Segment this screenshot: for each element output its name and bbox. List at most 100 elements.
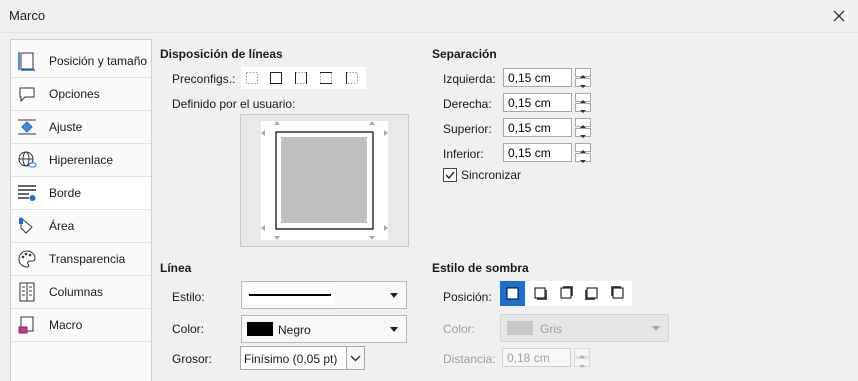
shadow-position-label: Posición:: [443, 290, 492, 304]
padding-top-input[interactable]: [503, 118, 572, 137]
borders-icon: [18, 185, 36, 201]
globe-icon: [18, 151, 37, 168]
chevron-down-icon: [350, 355, 361, 362]
sidebar-item-label: Macro: [49, 318, 83, 332]
border-none-icon[interactable]: [245, 71, 259, 85]
sidebar-item-area[interactable]: Área: [11, 210, 151, 243]
increment-button[interactable]: [574, 348, 590, 358]
line-heading: Línea: [160, 261, 192, 275]
sidebar-item-label: Área: [49, 219, 75, 233]
sidebar-item-position-size[interactable]: Posición y tamaño: [11, 45, 151, 78]
sidebar: Posición y tamaño Opciones Ajuste Hipere…: [10, 39, 152, 381]
page-position-icon: [18, 52, 35, 71]
padding-left-spinner[interactable]: [503, 68, 593, 88]
decrement-button[interactable]: [575, 78, 591, 88]
line-width-dropdown-button[interactable]: [346, 347, 364, 369]
palette-icon: [18, 250, 36, 268]
shadow-heading: Estilo de sombra: [432, 261, 529, 275]
columns-icon: [19, 282, 35, 302]
chevron-down-icon: [652, 326, 660, 331]
arrow-down-icon: [580, 135, 586, 138]
paint-bucket-icon: [19, 216, 33, 234]
arrow-down-icon: [580, 160, 586, 163]
sidebar-item-hyperlink[interactable]: Hiperenlace: [11, 144, 151, 177]
padding-right-input[interactable]: [503, 93, 572, 112]
sidebar-item-transparency[interactable]: Transparencia: [11, 243, 151, 276]
color-swatch: [507, 321, 533, 335]
presets-bar: [241, 67, 366, 89]
shadow-none-button[interactable]: [500, 281, 525, 306]
sidebar-item-label: Transparencia: [49, 252, 126, 266]
padding-top-label: Superior:: [443, 122, 492, 136]
presets-label: Preconfigs.:: [172, 72, 236, 86]
border-left-icon[interactable]: [345, 71, 359, 85]
sync-checkbox[interactable]: [443, 168, 457, 182]
decrement-button[interactable]: [575, 128, 591, 138]
line-style-label: Estilo:: [172, 290, 205, 304]
decrement-button[interactable]: [575, 103, 591, 113]
shadow-bottom-left-icon[interactable]: [582, 283, 604, 305]
sidebar-item-columns[interactable]: Columnas: [11, 276, 151, 309]
arrow-down-icon: [580, 110, 586, 113]
border-preview[interactable]: [240, 114, 409, 247]
increment-button[interactable]: [575, 118, 591, 128]
sidebar-item-label: Ajuste: [49, 120, 83, 134]
sidebar-item-label: Opciones: [49, 87, 100, 101]
checkmark-icon: [445, 171, 455, 180]
arrow-down-icon: [580, 85, 586, 88]
shadow-none-icon: [506, 287, 519, 300]
border-top-bottom-icon[interactable]: [319, 71, 333, 85]
shadow-distance-spinner[interactable]: [502, 348, 592, 368]
increment-button[interactable]: [575, 68, 591, 78]
padding-right-label: Derecha:: [443, 97, 492, 111]
shadow-distance-label: Distancia:: [443, 352, 496, 366]
sidebar-item-macro[interactable]: Macro: [11, 309, 151, 342]
line-color-dropdown[interactable]: Negro: [241, 315, 407, 343]
padding-left-input[interactable]: [503, 68, 572, 87]
padding-bottom-label: Inferior:: [443, 147, 484, 161]
sidebar-item-borders[interactable]: Borde: [11, 177, 151, 210]
title-bar: Marco: [0, 0, 858, 33]
sidebar-item-label: Columnas: [49, 285, 104, 299]
padding-bottom-spinner[interactable]: [503, 143, 593, 163]
shadow-color-label: Color:: [443, 322, 476, 336]
shadow-top-left-icon[interactable]: [608, 283, 630, 305]
color-swatch: [247, 322, 273, 336]
macro-scroll-icon: [18, 316, 34, 334]
arrow-down-icon: [579, 365, 585, 368]
border-preview-canvas: [261, 121, 388, 240]
close-icon[interactable]: [828, 5, 850, 27]
shadow-position-bar: [500, 281, 632, 306]
shadow-top-right-icon[interactable]: [556, 283, 578, 305]
padding-heading: Separación: [432, 47, 497, 61]
shadow-bottom-right-icon[interactable]: [530, 283, 552, 305]
shadow-distance-input[interactable]: [502, 348, 571, 367]
line-style-dropdown[interactable]: [241, 281, 407, 309]
wrap-diamond-icon: [18, 119, 36, 135]
sidebar-item-label: Posición y tamaño: [49, 54, 148, 68]
line-style-preview: [245, 285, 335, 305]
padding-left-label: Izquierda:: [443, 72, 496, 86]
line-arrangement-heading: Disposición de líneas: [160, 47, 283, 61]
chevron-down-icon: [390, 327, 398, 332]
sidebar-item-options[interactable]: Opciones: [11, 78, 151, 111]
padding-right-spinner[interactable]: [503, 93, 593, 113]
increment-button[interactable]: [575, 93, 591, 103]
sync-label: Sincronizar: [461, 168, 522, 182]
shadow-color-value: Gris: [540, 322, 562, 336]
decrement-button[interactable]: [575, 153, 591, 163]
border-left-right-icon[interactable]: [294, 71, 308, 85]
sidebar-item-label: Borde: [49, 186, 82, 200]
padding-bottom-input[interactable]: [503, 143, 572, 162]
decrement-button[interactable]: [574, 358, 590, 368]
padding-top-spinner[interactable]: [503, 118, 593, 138]
speech-bubble-icon: [19, 87, 35, 103]
border-box-icon[interactable]: [269, 71, 283, 85]
increment-button[interactable]: [575, 143, 591, 153]
line-width-value: Finísimo (0,05 pt): [244, 352, 338, 366]
sidebar-item-wrap[interactable]: Ajuste: [11, 111, 151, 144]
line-width-combobox[interactable]: Finísimo (0,05 pt): [240, 346, 365, 370]
window-title: Marco: [9, 8, 46, 23]
chevron-down-icon: [390, 293, 398, 298]
shadow-color-dropdown[interactable]: Gris: [500, 314, 669, 342]
